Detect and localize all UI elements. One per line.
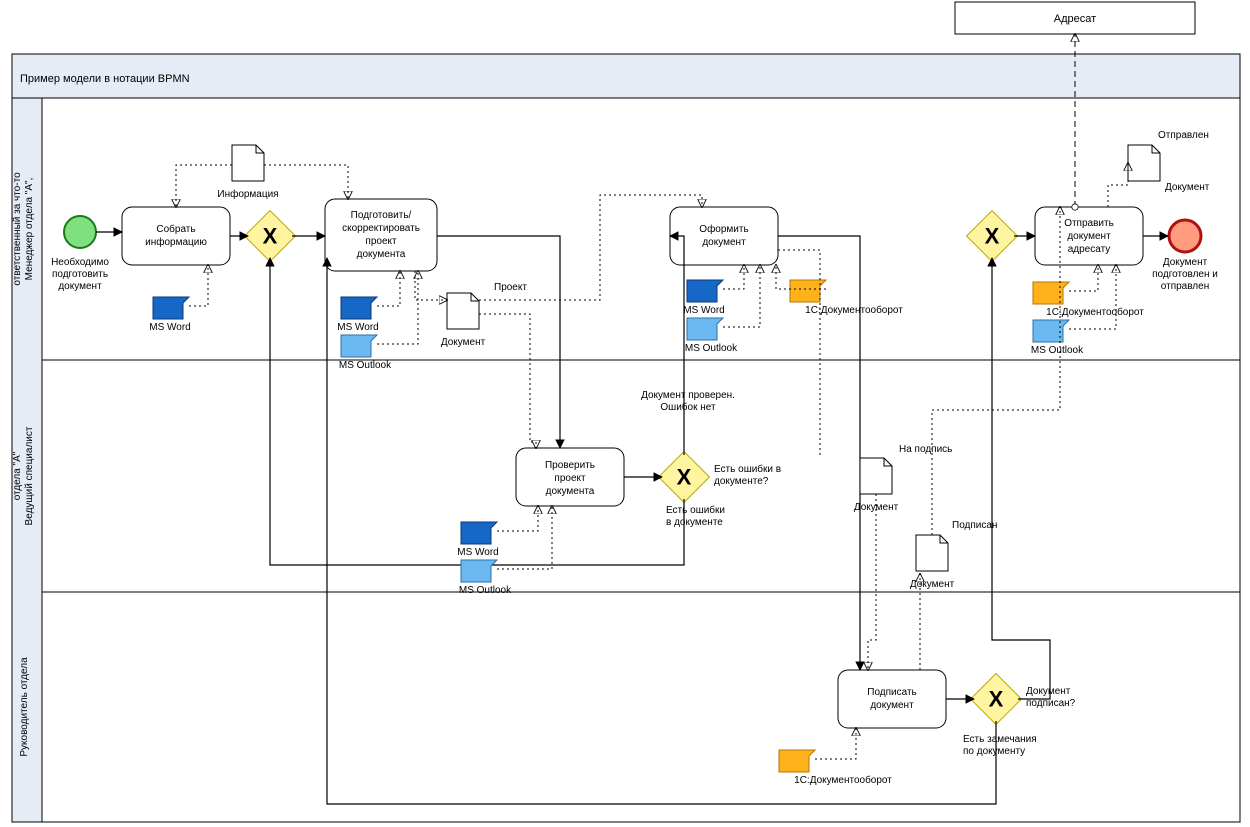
svg-text:Подписан: Подписан — [952, 520, 997, 531]
t2-l1: Подготовить/ — [351, 210, 412, 221]
svg-text:MS Word: MS Word — [149, 322, 191, 333]
bpmn-diagram: Адресат Пример модели в нотации BPMN Мен… — [0, 0, 1250, 824]
t5-l3: документа — [546, 486, 595, 497]
start-lbl1: Необходимо — [51, 256, 109, 268]
lane-2-label-b: отдела "А" — [12, 451, 23, 500]
svg-text:Проект: Проект — [494, 282, 527, 293]
svg-text:Отправлен: Отправлен — [1158, 130, 1209, 141]
svg-text:MS Outlook: MS Outlook — [685, 343, 738, 354]
svg-text:MS Word: MS Word — [457, 547, 499, 558]
start-event — [64, 216, 96, 248]
lane-3-label: Руководитель отдела — [19, 657, 30, 757]
g2q-l2: документе? — [714, 476, 769, 487]
g3y-l2: по документу — [963, 746, 1025, 757]
t5-l1: Проверить — [545, 460, 595, 471]
svg-text:MS Word: MS Word — [337, 322, 379, 333]
lane-2-label-a: Ведущий специалист — [24, 426, 35, 525]
g2n-l1: Документ проверен. — [641, 390, 735, 401]
svg-text:Документ: Документ — [441, 337, 486, 348]
gateway-x-icon: X — [263, 224, 278, 249]
svg-text:MS Outlook: MS Outlook — [1031, 345, 1084, 356]
end-l1: Документ — [1163, 257, 1208, 268]
t5-l2: проект — [554, 473, 586, 484]
start-lbl2: подготовить — [52, 269, 108, 280]
g2y-l1: Есть ошибки — [666, 504, 725, 516]
t6-l1: Подписать — [867, 687, 917, 698]
g2q-l1: Есть ошибки в — [714, 463, 781, 475]
svg-text:Документ: Документ — [1165, 182, 1210, 193]
t4-l3: адресату — [1068, 244, 1111, 255]
t2-l4: документа — [357, 249, 406, 260]
t6-l2: документ — [870, 700, 914, 711]
t3-l2: документ — [702, 237, 746, 248]
svg-text:Информация: Информация — [217, 188, 278, 200]
svg-text:1С:Документооборот: 1С:Документооборот — [1046, 306, 1144, 318]
svg-text:MS Outlook: MS Outlook — [339, 360, 392, 371]
g2y-l2: в документе — [666, 517, 723, 528]
t1-l1: Собрать — [156, 223, 195, 235]
end-event — [1169, 220, 1201, 252]
svg-text:Документ: Документ — [854, 502, 899, 513]
external-addressee-label: Адресат — [1054, 13, 1096, 25]
task-collect-info — [122, 207, 230, 265]
t4-l1: Отправить — [1064, 218, 1114, 229]
svg-text:MS Outlook: MS Outlook — [459, 585, 512, 596]
svg-text:На подпись: На подпись — [899, 444, 952, 455]
end-l2: подготовлен и — [1152, 269, 1218, 280]
svg-text:Документ: Документ — [910, 579, 955, 590]
svg-text:MS Word: MS Word — [683, 305, 725, 316]
g2n-l2: Ошибок нет — [660, 401, 716, 413]
t4-l2: документ — [1067, 231, 1111, 242]
pool-header — [12, 54, 1240, 98]
lane-1-label-a: Менеджер отдела "А", — [24, 178, 35, 281]
start-lbl3: документ — [58, 281, 102, 292]
t1-l2: информацию — [145, 236, 207, 248]
task-sign-doc — [838, 670, 946, 728]
svg-text:1С:Документооборот: 1С:Документооборот — [794, 774, 892, 786]
gateway-x-icon: X — [989, 687, 1004, 712]
g3q-l2: подписан? — [1026, 698, 1076, 709]
t2-l3: проект — [365, 236, 397, 247]
t2-l2: скорректировать — [342, 223, 420, 234]
gateway-x-icon: X — [985, 224, 1000, 249]
g3q-l1: Документ — [1026, 686, 1071, 697]
task-format-doc — [670, 207, 778, 265]
gateway-x-icon: X — [677, 465, 692, 490]
t3-l1: Оформить — [699, 223, 748, 235]
end-l3: отправлен — [1161, 281, 1209, 292]
g3y-l1: Есть замечания — [963, 734, 1037, 745]
lane-1-label-b: ответственный за что-то — [12, 172, 23, 286]
pool-title: Пример модели в нотации BPMN — [20, 73, 190, 85]
